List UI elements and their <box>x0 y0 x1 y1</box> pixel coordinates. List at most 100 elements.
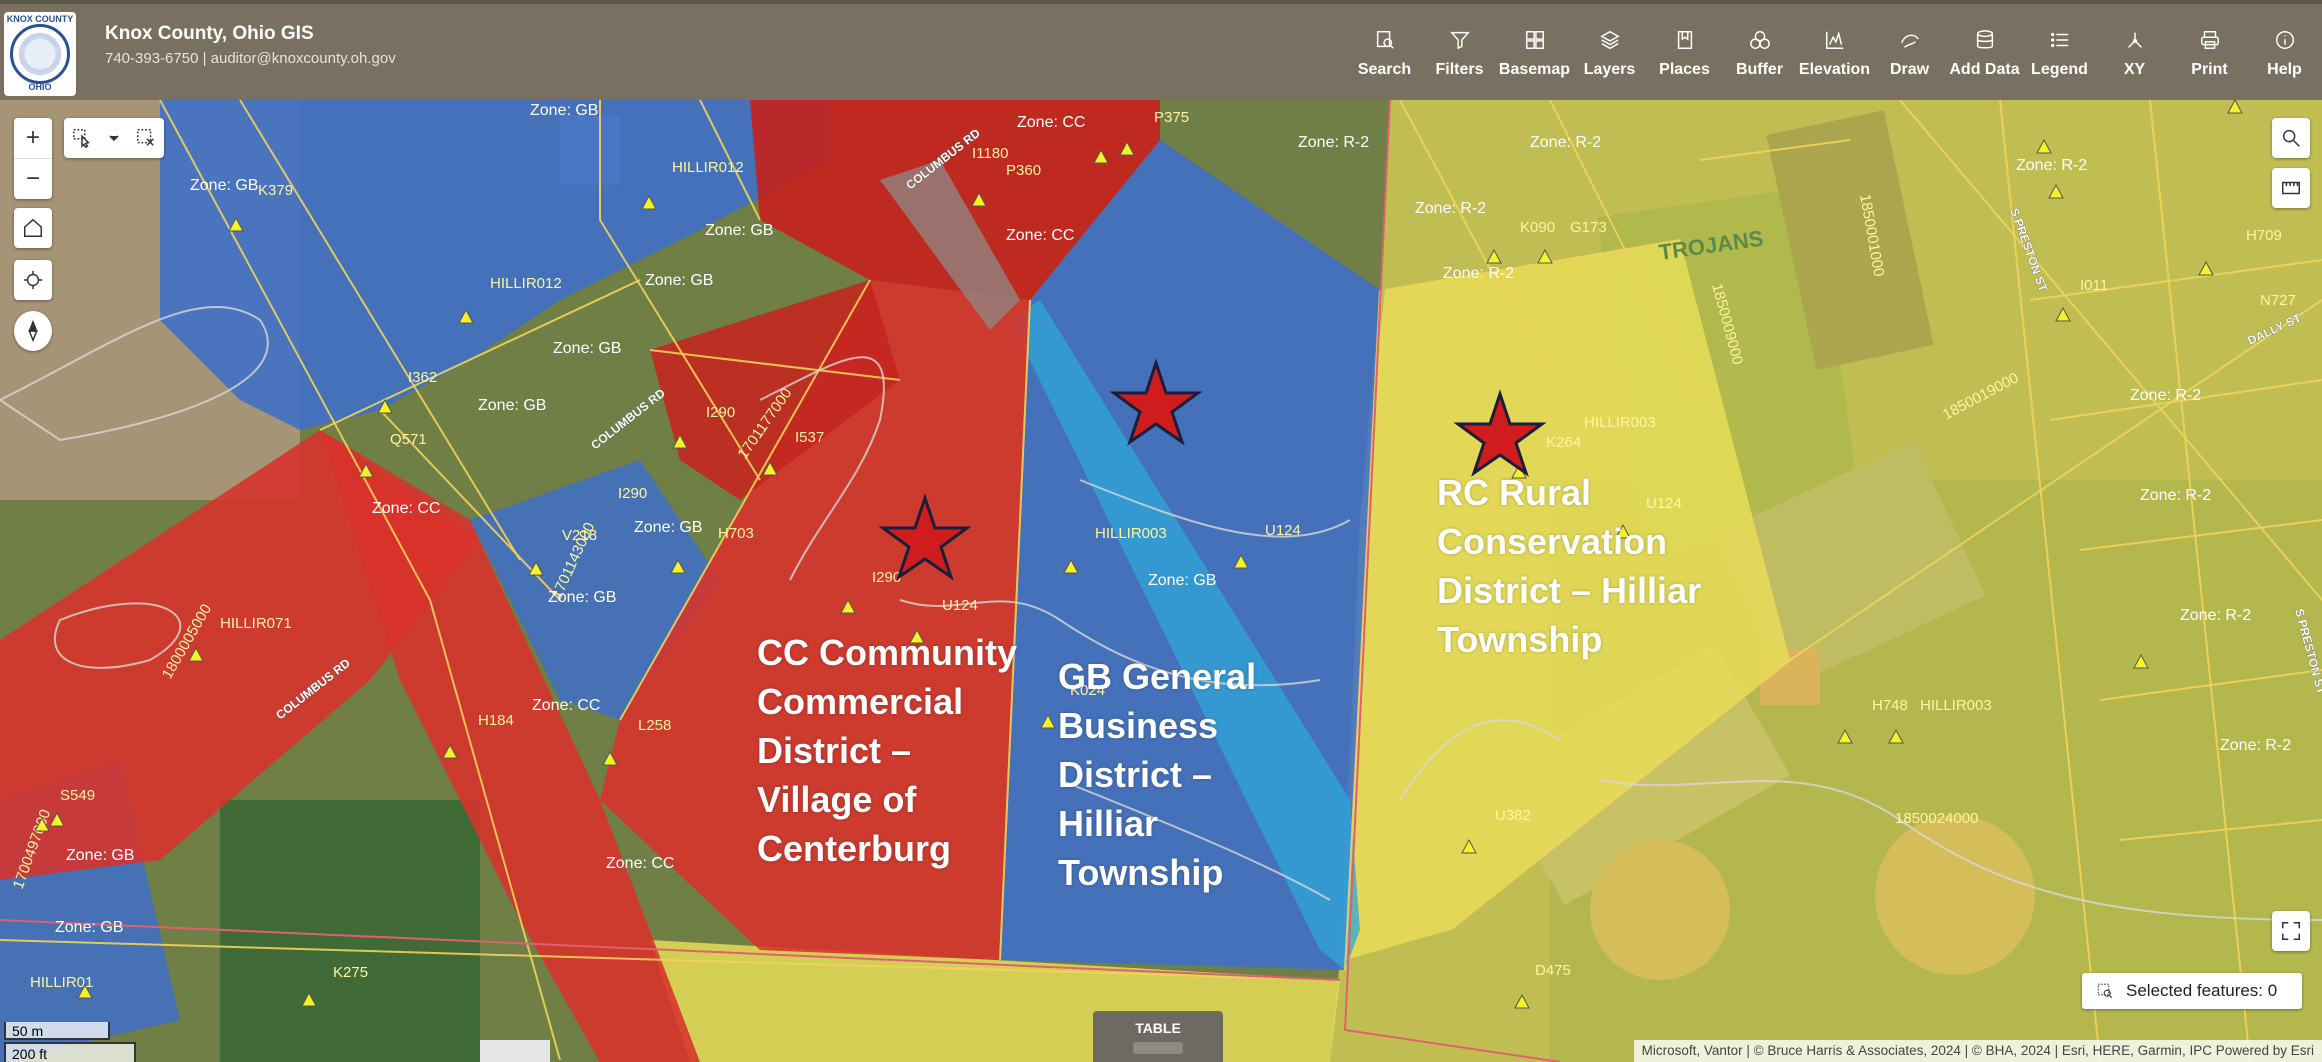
map-search-button[interactable] <box>2272 118 2310 158</box>
clear-selection-icon[interactable] <box>135 127 157 149</box>
basemap-button[interactable]: Basemap <box>1497 8 1572 100</box>
map-view[interactable]: COLUMBUS RD COLUMBUS RD COLUMBUS RD S PR… <box>0 100 2322 1062</box>
zone-label: Zone: GB <box>553 340 621 357</box>
home-button[interactable] <box>14 208 52 248</box>
buffer-button-label: Buffer <box>1735 61 1784 78</box>
zone-label: Zone: R-2 <box>2140 487 2211 504</box>
fullscreen-button[interactable] <box>2272 911 2310 951</box>
parcel-label: I011 <box>2080 277 2108 294</box>
search-button[interactable]: Search <box>1347 8 1422 100</box>
drag-handle-icon[interactable] <box>1133 1042 1183 1054</box>
app-header: KNOX COUNTY OHIO Knox County, Ohio GIS 7… <box>0 0 2322 100</box>
zoom-controls: + − <box>14 118 52 199</box>
select-cursor-icon[interactable] <box>71 127 93 149</box>
parcel-label: L258 <box>638 717 671 734</box>
zone-label: Zone: R-2 <box>1298 134 1369 151</box>
zone-label: Zone: GB <box>66 847 134 864</box>
elevation-button[interactable]: Elevation <box>1797 8 1872 100</box>
print-button[interactable]: Print <box>2172 8 2247 100</box>
zone-label: Zone: R-2 <box>2130 387 2201 404</box>
zone-annotation-rc: RC Rural Conservation District – Hilliar… <box>1437 472 1702 660</box>
chevron-down-icon[interactable] <box>108 132 120 144</box>
zone-label: Zone: GB <box>478 397 546 414</box>
locate-button[interactable] <box>14 260 52 300</box>
table-tab[interactable]: TABLE <box>1093 1011 1223 1062</box>
selected-features-indicator[interactable]: Selected features: 0 <box>2082 973 2302 1009</box>
basemap-button-label: Basemap <box>1498 61 1571 78</box>
buffer-button[interactable]: Buffer <box>1722 8 1797 100</box>
scale-bar: 50 m 200 ft <box>0 1022 140 1062</box>
xy-button[interactable]: XY <box>2097 8 2172 100</box>
filters-button[interactable]: Filters <box>1422 8 1497 100</box>
help-button[interactable]: Help <box>2247 8 2322 100</box>
zone-label: Zone: CC <box>372 500 440 517</box>
ruler-icon <box>2282 181 2300 195</box>
info-icon <box>2275 31 2294 49</box>
scale-imperial: 200 ft <box>4 1042 136 1062</box>
printer-icon <box>2200 31 2219 49</box>
list-icon <box>2050 32 2068 48</box>
help-button-label: Help <box>2267 61 2302 78</box>
zone-label: Zone: CC <box>606 855 674 872</box>
zoom-out-button[interactable]: − <box>14 159 52 199</box>
parcel-label: P360 <box>1006 162 1041 179</box>
layers-button-label: Layers <box>1583 61 1636 78</box>
add-data-button[interactable]: Add Data <box>1947 8 2022 100</box>
selected-features-label: Selected features: 0 <box>2126 981 2278 1000</box>
legend-button[interactable]: Legend <box>2022 8 2097 100</box>
places-button[interactable]: Places <box>1647 8 1722 100</box>
zone-label: Zone: CC <box>1006 227 1074 244</box>
xy-button-label: XY <box>2123 61 2146 78</box>
parcel-label: G173 <box>1570 219 1607 236</box>
places-button-label: Places <box>1659 61 1710 78</box>
zone-label: Zone: R-2 <box>1530 134 1601 151</box>
parcel-label: D475 <box>1535 962 1571 979</box>
zone-label: Zone: GB <box>190 177 258 194</box>
county-seal-logo[interactable]: KNOX COUNTY OHIO <box>4 12 76 96</box>
search-doc-icon <box>1376 31 1394 49</box>
table-tab-label: TABLE <box>1135 1020 1181 1036</box>
zone-label: Zone: R-2 <box>2220 737 2291 754</box>
buffer-icon <box>1749 31 1770 49</box>
elevation-button-label: Elevation <box>1798 61 1871 78</box>
parcel-label: I362 <box>408 369 437 386</box>
zone-label: Zone: GB <box>530 102 598 119</box>
compass-button[interactable] <box>14 311 52 351</box>
zone-label: Zone: R-2 <box>1415 200 1486 217</box>
parcel-label: HILLIR003 <box>1920 697 1992 714</box>
measure-button[interactable] <box>2272 168 2310 208</box>
parcel-label: 1850024000 <box>1895 810 1978 827</box>
aerial-building <box>470 1040 550 1062</box>
elevation-icon <box>1825 30 1843 49</box>
parcel-label: U124 <box>942 597 978 614</box>
zone-label: Zone: CC <box>532 697 600 714</box>
main-toolbar: Search Filters Basemap Layers Places Buf… <box>1347 8 2322 100</box>
fullscreen-icon <box>2282 922 2300 940</box>
zoning-map-canvas[interactable]: COLUMBUS RD COLUMBUS RD COLUMBUS RD S PR… <box>0 100 2322 1062</box>
parcel-label: K264 <box>1546 434 1581 451</box>
layers-icon <box>1599 30 1620 50</box>
parcel-label: HILLIR003 <box>1095 525 1167 542</box>
layers-button[interactable]: Layers <box>1572 8 1647 100</box>
seal-icon <box>10 24 70 84</box>
zone-label: Zone: GB <box>705 222 773 239</box>
zone-label: Zone: GB <box>645 272 713 289</box>
parcel-label: H709 <box>2246 227 2282 244</box>
zoom-in-button[interactable]: + <box>14 118 52 159</box>
parcel-label: H703 <box>718 525 754 542</box>
zone-label: Zone: R-2 <box>2016 157 2087 174</box>
parcel-label: I537 <box>795 429 824 446</box>
logo-text-bottom: OHIO <box>28 82 52 92</box>
map-attribution: Microsoft, Vantor | © Bruce Harris & Ass… <box>1633 1040 2322 1062</box>
zone-annotation-cc: CC Community Commercial District – Villa… <box>757 632 1017 869</box>
parcel-label: I290 <box>618 485 647 502</box>
draw-button[interactable]: Draw <box>1872 8 1947 100</box>
logo-text-top: KNOX COUNTY <box>6 14 74 24</box>
parcel-label: I290 <box>706 404 735 421</box>
grid-icon <box>1525 31 1544 49</box>
search-icon <box>2282 129 2300 147</box>
parcel-label: K090 <box>1520 219 1555 236</box>
add-data-button-label: Add Data <box>1949 61 2020 78</box>
parcel-label: U382 <box>1495 807 1531 824</box>
parcel-label: P375 <box>1154 109 1189 126</box>
